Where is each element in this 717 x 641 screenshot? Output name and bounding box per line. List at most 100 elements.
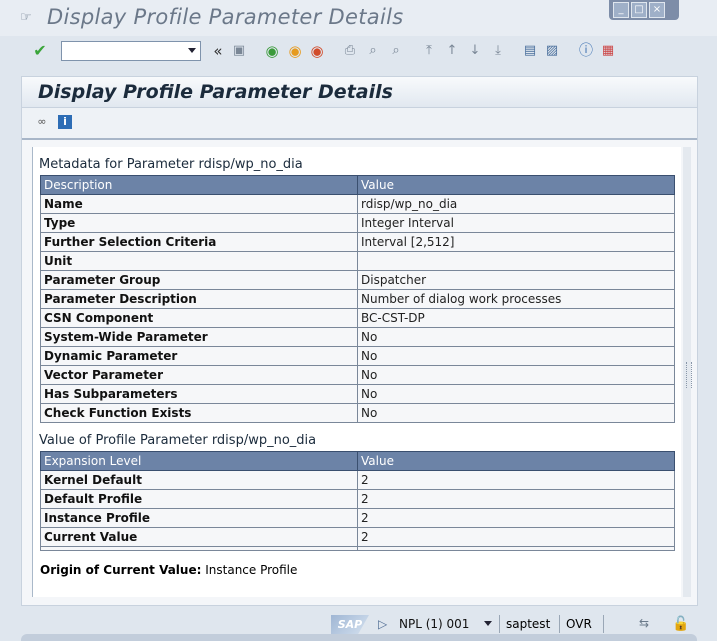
row-value: BC-CST-DP (357, 308, 675, 328)
row-value: 2 (357, 527, 675, 547)
metadata-table: Description Value Name rdisp/wp_no_dia Ty… (40, 175, 675, 423)
lock-icon: 🔓 (672, 616, 690, 632)
status-divider (559, 615, 560, 633)
table-row: Dynamic Parameter No (40, 346, 675, 366)
table-row: CSN Component BC-CST-DP (40, 308, 675, 328)
back-arrows-icon[interactable]: « (209, 42, 227, 60)
main-panel: Display Profile Parameter Details ∞ i Me… (21, 76, 698, 606)
row-value: Number of dialog work processes (357, 289, 675, 309)
row-key: Kernel Default (40, 470, 358, 490)
row-value: Integer Interval (357, 213, 675, 233)
bottom-edge (21, 634, 697, 641)
table-header-row: Expansion Level Value (40, 451, 675, 471)
row-key: Parameter Group (40, 270, 358, 290)
chevron-down-icon[interactable] (484, 621, 492, 626)
values-section-title: Value of Profile Parameter rdisp/wp_no_d… (39, 433, 317, 448)
shortcut-icon[interactable]: ▨ (543, 42, 561, 60)
table-row: Type Integer Interval (40, 213, 675, 233)
find-icon[interactable]: ⌕ (364, 42, 382, 60)
play-icon[interactable]: ▷ (378, 617, 387, 631)
values-table: Expansion Level Value Kernel Default 2 De… (40, 451, 675, 551)
row-key: Current Value (40, 527, 358, 547)
origin-line: Origin of Current Value: Instance Profil… (40, 563, 297, 577)
origin-value: Instance Profile (205, 563, 298, 577)
table-header-row: Description Value (40, 175, 675, 195)
system-info: NPL (1) 001 (399, 617, 470, 631)
app-menu-icon[interactable]: ☞ (20, 11, 34, 25)
row-value (357, 251, 675, 271)
row-key: Default Profile (40, 489, 358, 509)
window-title: Display Profile Parameter Details (47, 5, 404, 29)
row-value: 2 (357, 470, 675, 490)
next-page-icon[interactable]: ↓ (466, 42, 484, 60)
row-value: 2 (357, 489, 675, 509)
table-row: System-Wide Parameter No (40, 327, 675, 347)
print-icon[interactable]: ⎙ (341, 42, 359, 60)
cancel-icon[interactable]: ◉ (308, 42, 326, 60)
back-icon[interactable]: ◉ (263, 42, 281, 60)
connection-icon: ⇆ (639, 616, 650, 630)
row-value: Dispatcher (357, 270, 675, 290)
table-row: Default Profile 2 (40, 489, 675, 509)
origin-label: Origin of Current Value: (40, 563, 202, 577)
first-page-icon[interactable]: ⤒ (420, 42, 438, 60)
application-toolbar: ∞ i (22, 108, 697, 140)
table-row: Unit (40, 251, 675, 271)
layout-menu-icon[interactable]: ▦ (599, 42, 617, 60)
last-page-icon[interactable]: ⤓ (489, 42, 507, 60)
row-value: No (357, 365, 675, 385)
table-row: Parameter Description Number of dialog wo… (40, 289, 675, 309)
info-icon[interactable]: i (58, 115, 72, 129)
row-key: CSN Component (40, 308, 358, 328)
row-value: No (357, 327, 675, 347)
column-header-expansion-level: Expansion Level (40, 451, 358, 471)
chevron-down-icon[interactable] (188, 48, 196, 53)
close-icon[interactable]: × (649, 2, 665, 18)
row-key: Further Selection Criteria (40, 232, 358, 252)
row-key: Has Subparameters (40, 384, 358, 404)
help-icon[interactable]: ⓘ (577, 42, 595, 60)
row-key: Type (40, 213, 358, 233)
row-value: 2 (357, 508, 675, 528)
sap-logo: SAP (331, 615, 369, 635)
table-row: Vector Parameter No (40, 365, 675, 385)
resize-handle[interactable] (686, 362, 692, 388)
enter-icon[interactable]: ✔ (31, 42, 49, 60)
save-icon[interactable]: ▣ (230, 42, 248, 60)
table-row: Check Function Exists No (40, 403, 675, 423)
exit-icon[interactable]: ◉ (286, 42, 304, 60)
table-row: Current Value 2 (40, 527, 675, 547)
table-row: Name rdisp/wp_no_dia (40, 194, 675, 214)
previous-page-icon[interactable]: ↑ (443, 42, 461, 60)
row-key: Check Function Exists (40, 403, 358, 423)
standard-toolbar: ✔ « ▣ ◉ ◉ ◉ ⎙ ⌕ ⌕ ⤒ ↑ ↓ ⤓ ▤ ▨ ⓘ ▦ (0, 38, 717, 66)
host-name: saptest (506, 617, 551, 631)
page-title: Display Profile Parameter Details (38, 81, 393, 103)
metadata-section-title: Metadata for Parameter rdisp/wp_no_dia (39, 157, 303, 172)
row-key: Parameter Description (40, 289, 358, 309)
column-header-value: Value (357, 175, 675, 195)
details-area: Metadata for Parameter rdisp/wp_no_dia D… (32, 147, 681, 597)
insert-mode: OVR (566, 617, 592, 631)
row-value: Interval [2,512] (357, 232, 675, 252)
table-row: Kernel Default 2 (40, 470, 675, 490)
row-key: Instance Profile (40, 508, 358, 528)
row-value: No (357, 346, 675, 366)
row-key: Vector Parameter (40, 365, 358, 385)
status-divider (603, 615, 604, 633)
status-divider (499, 615, 500, 633)
maximize-icon[interactable]: □ (631, 2, 647, 18)
glasses-icon[interactable]: ∞ (35, 115, 49, 129)
create-session-icon[interactable]: ▤ (521, 42, 539, 60)
command-field[interactable] (61, 41, 201, 61)
window-controls: _ □ × (609, 0, 679, 20)
table-row: Instance Profile 2 (40, 508, 675, 528)
column-header-value: Value (357, 451, 675, 471)
panel-header: Display Profile Parameter Details (22, 77, 697, 108)
find-next-icon[interactable]: ⌕ (387, 42, 405, 60)
minimize-icon[interactable]: _ (613, 2, 629, 18)
row-key: Dynamic Parameter (40, 346, 358, 366)
table-row: Parameter Group Dispatcher (40, 270, 675, 290)
row-key: Name (40, 194, 358, 214)
table-row (40, 546, 675, 551)
